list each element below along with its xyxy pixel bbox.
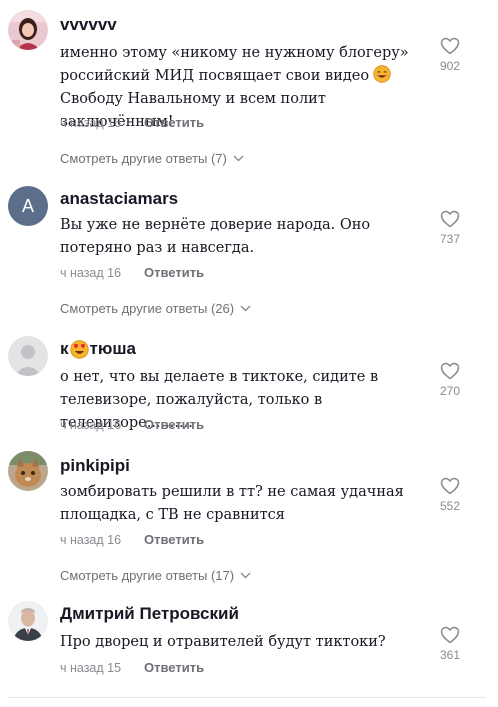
avatar[interactable]: A [8,186,48,226]
like-count: 552 [439,499,461,513]
comment-username[interactable]: к тюша [60,339,136,359]
like-button[interactable]: 737 [430,210,470,246]
like-count: 737 [439,232,461,246]
comment-username[interactable]: vvvvvv [60,15,117,35]
reply-button[interactable]: Ответить [144,532,204,547]
avatar[interactable] [8,10,48,50]
divider [8,697,486,698]
comment-time: ч назад 15 [60,660,122,675]
comment-text: Про дворец и отравителей будут тиктоки? [60,634,386,650]
heart-outline-icon [440,477,460,495]
comment-username[interactable]: anastaciamars [60,189,178,209]
comment-time: ч назад 16 [60,265,122,280]
view-more-replies-button[interactable]: Смотреть другие ответы (26) [60,301,251,316]
view-more-replies-label: Смотреть другие ответы (17) [60,568,235,583]
avatar[interactable] [8,601,48,641]
view-more-replies-label: Смотреть другие ответы (7) [60,151,227,166]
comment-username[interactable]: Дмитрий Петровский [60,604,239,624]
reply-button[interactable]: Ответить [144,265,204,280]
like-count: 361 [439,648,461,662]
default-avatar-icon [8,336,48,376]
comment-username[interactable]: pinkipipi [60,456,130,476]
comment-text: Вы уже не вернёте доверие народа. Оно по… [60,217,371,256]
view-more-replies-button[interactable]: Смотреть другие ответы (7) [60,151,244,166]
heart-eyes-emoji-icon [69,339,89,359]
reply-button[interactable]: Ответить [144,115,204,130]
comment-time: ч назад 16 [60,417,122,432]
avatar-letter: A [21,195,34,216]
like-button[interactable]: 552 [430,477,470,513]
like-button[interactable]: 361 [430,626,470,662]
heart-outline-icon [440,626,460,644]
comment-time: ч назад 16 [60,115,122,130]
comment-text: зомбировать решили в тт? не самая удачна… [60,484,404,523]
chevron-down-icon [233,155,244,162]
smiling-face-emoji-icon [373,65,391,83]
like-button[interactable]: 270 [430,362,470,398]
chevron-down-icon [240,305,251,312]
reply-button[interactable]: Ответить [144,417,204,432]
chevron-down-icon [240,572,251,579]
view-more-replies-button[interactable]: Смотреть другие ответы (17) [60,568,251,583]
avatar[interactable] [8,451,48,491]
view-more-replies-label: Смотреть другие ответы (26) [60,301,235,316]
comment-time: ч назад 16 [60,532,122,547]
heart-outline-icon [440,210,460,228]
avatar[interactable] [8,336,48,376]
heart-outline-icon [440,37,460,55]
like-count: 270 [439,384,461,398]
reply-button[interactable]: Ответить [144,660,204,675]
like-count: 902 [439,59,461,73]
heart-outline-icon [440,362,460,380]
like-button[interactable]: 902 [430,37,470,73]
